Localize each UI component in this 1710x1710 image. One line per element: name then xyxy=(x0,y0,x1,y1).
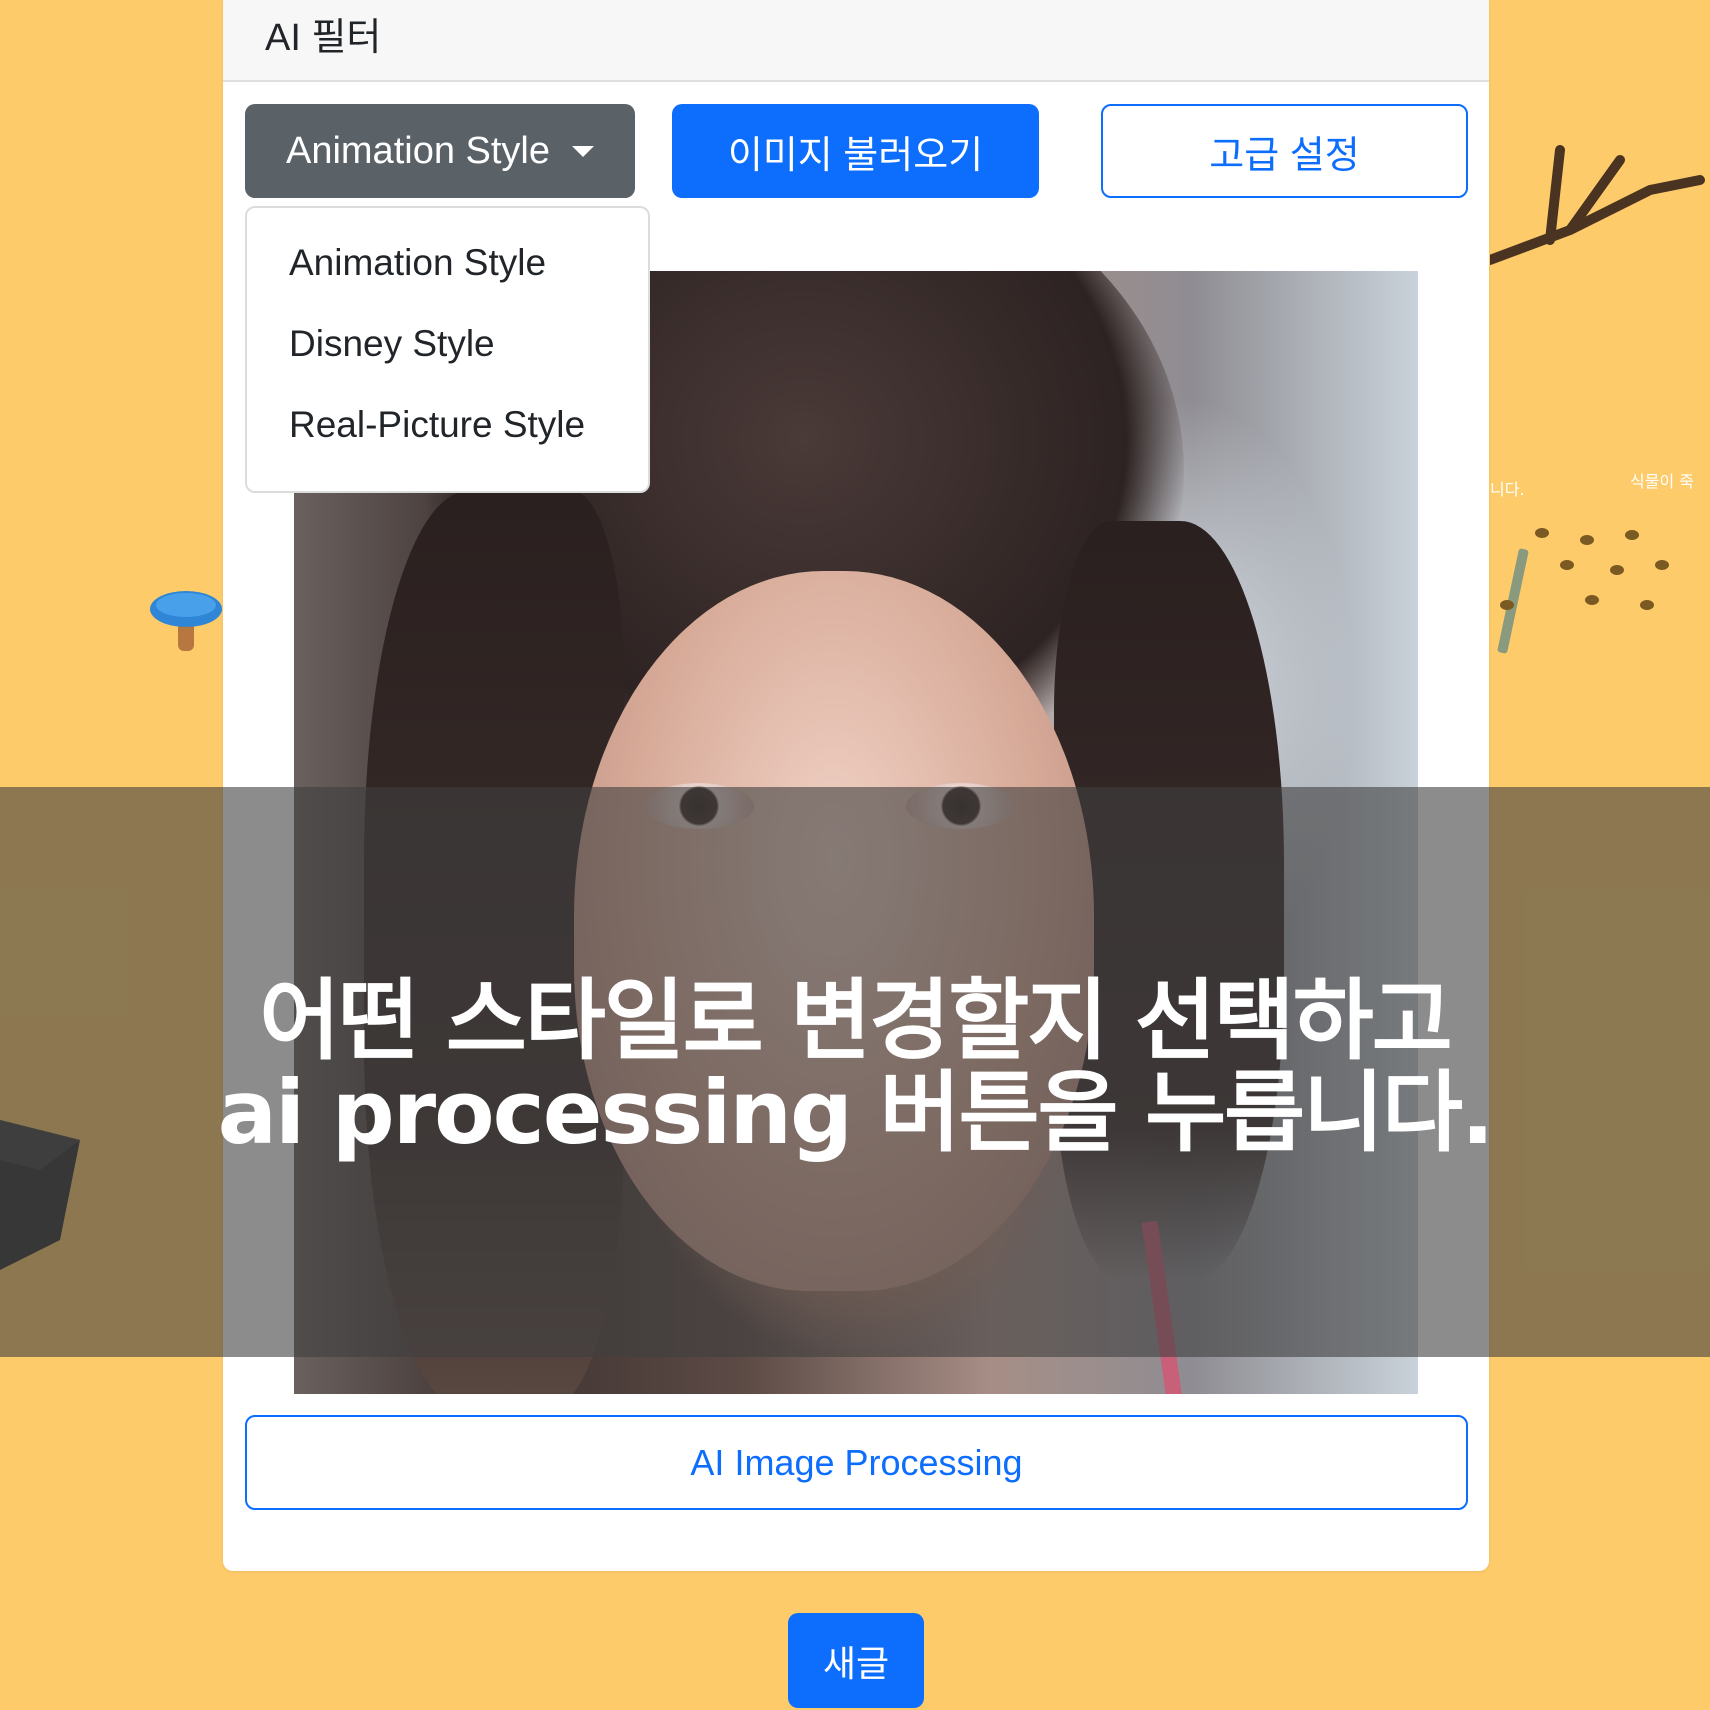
mushroom-decoration xyxy=(150,591,222,651)
bug-decoration xyxy=(1535,528,1549,538)
background-text-left: 니다. xyxy=(1490,480,1525,499)
dropdown-item-disney[interactable]: Disney Style xyxy=(289,323,495,365)
caret-down-icon xyxy=(572,145,594,157)
background-text-right: 식물이 죽 xyxy=(1630,472,1694,491)
dropdown-item-animation[interactable]: Animation Style xyxy=(289,242,546,284)
bug-decoration xyxy=(1625,530,1639,540)
bug-decoration xyxy=(1500,600,1514,610)
bug-decoration xyxy=(1655,560,1669,570)
instruction-caption: 어떤 스타일로 변경할지 선택하고 ai processing 버튼을 누릅니다… xyxy=(0,975,1710,1159)
style-select-button[interactable]: Animation Style xyxy=(245,104,635,198)
card-title: AI 필터 xyxy=(265,17,382,59)
bug-decoration xyxy=(1580,535,1594,545)
advanced-settings-button[interactable]: 고급 설정 xyxy=(1101,104,1468,198)
bug-decoration xyxy=(1610,565,1624,575)
style-select-label: Animation Style xyxy=(285,129,550,172)
bug-decoration xyxy=(1585,595,1599,605)
ai-image-processing-button[interactable]: AI Image Processing xyxy=(245,1415,1468,1510)
caption-line-1: 어떤 스타일로 변경할지 선택하고 xyxy=(259,969,1452,1072)
bug-decoration xyxy=(1560,560,1574,570)
load-image-button[interactable]: 이미지 불러오기 xyxy=(672,104,1039,198)
caption-line-2: ai processing 버튼을 누릅니다. xyxy=(217,1061,1495,1164)
new-post-button[interactable]: 새글 xyxy=(788,1613,924,1708)
branch-decoration xyxy=(1490,145,1705,265)
bug-decoration xyxy=(1640,600,1654,610)
dropdown-item-real-picture[interactable]: Real-Picture Style xyxy=(289,404,585,446)
style-dropdown-menu: Animation Style Disney Style Real-Pictur… xyxy=(245,206,650,493)
card-header: AI 필터 xyxy=(223,0,1489,82)
